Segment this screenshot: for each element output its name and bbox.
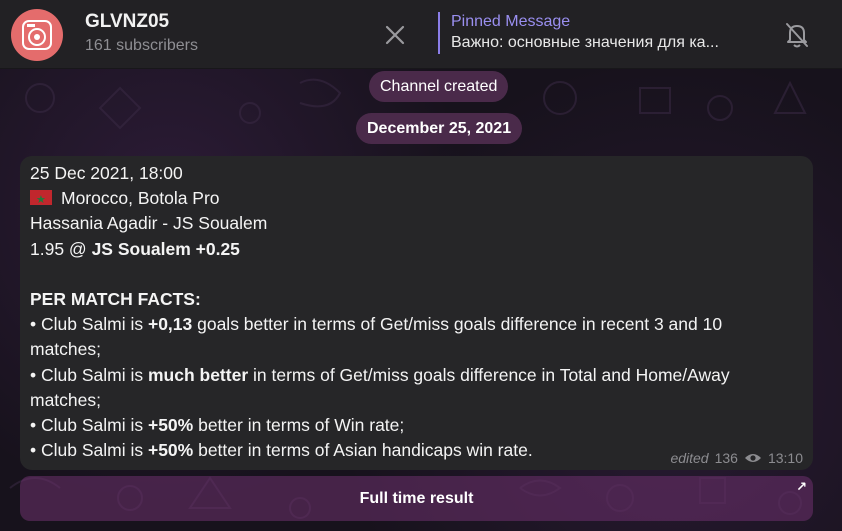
mute-button[interactable] — [783, 20, 811, 50]
fact-1-value: +0,13 — [147, 314, 193, 335]
fact-2-text: in terms of Get/miss goals difference in… — [248, 364, 730, 385]
eye-icon — [744, 454, 761, 462]
fact-3-text: better in terms of Win rate; — [193, 415, 405, 436]
message-time: 13:10 — [767, 450, 803, 466]
fact-3-value: +50% — [147, 415, 194, 436]
fact-1: • Club Salmi is +0,13 goals better in te… — [30, 312, 810, 337]
pinned-message-title: Pinned Message — [451, 13, 571, 30]
edited-label: edited — [670, 450, 709, 466]
message-bubble[interactable]: 25 Dec 2021, 18:00 Morocco, Botola Pro H… — [20, 156, 813, 470]
pinned-message-text: Важно: основные значения для ка... — [451, 34, 719, 51]
message-line-bet: 1.95 @ JS Soualem +0.25 — [30, 237, 810, 262]
fact-2-value: much better — [147, 364, 249, 385]
fact-1-prefix: • Club Salmi is — [30, 314, 148, 335]
bet-odds: 1.95 @ — [30, 238, 92, 259]
message-line-league: Morocco, Botola Pro — [30, 186, 810, 213]
bet-pick: JS Soualem +0.25 — [91, 238, 240, 259]
fact-4-value: +50% — [147, 440, 194, 461]
date-separator: December 25, 2021 — [356, 113, 523, 144]
league-text: Morocco, Botola Pro — [61, 188, 220, 209]
fact-4-text: better in terms of Asian handicaps win r… — [193, 440, 533, 461]
external-link-icon: ↗ — [796, 479, 807, 494]
full-time-result-button[interactable]: Full time result ↗ — [20, 476, 813, 521]
message-meta: edited 136 13:10 — [670, 450, 803, 466]
avatar-logo-icon — [22, 20, 52, 50]
channel-title[interactable]: GLVNZ05 — [85, 11, 169, 33]
fact-1-text: goals better in terms of Get/miss goals … — [192, 314, 723, 335]
pinned-message[interactable]: Pinned Message Важно: основные значения … — [438, 12, 771, 54]
inline-button-label: Full time result — [359, 489, 474, 507]
close-pinned-button[interactable] — [381, 21, 409, 49]
facts-title-text: PER MATCH FACTS: — [30, 289, 201, 310]
channel-avatar[interactable] — [11, 9, 63, 61]
fact-3: • Club Salmi is +50% better in terms of … — [30, 413, 810, 438]
fact-3-prefix: • Club Salmi is — [30, 415, 148, 436]
message-text: 25 Dec 2021, 18:00 Morocco, Botola Pro H… — [30, 161, 810, 463]
message-line-match: Hassania Agadir - JS Soualem — [30, 213, 268, 234]
subscriber-count: 161 subscribers — [85, 37, 198, 54]
chat-header: GLVNZ05 161 subscribers Pinned Message В… — [0, 0, 842, 69]
morocco-flag-icon — [30, 188, 52, 213]
message-line-datetime: 25 Dec 2021, 18:00 — [30, 163, 183, 183]
bell-off-icon — [786, 23, 808, 48]
view-count: 136 — [714, 450, 738, 466]
channel-created-notice: Channel created — [369, 71, 509, 102]
fact-4-prefix: • Club Salmi is — [30, 440, 148, 461]
fact-2-cont: matches; — [30, 389, 101, 410]
fact-2: • Club Salmi is much better in terms of … — [30, 363, 810, 388]
close-icon — [385, 25, 405, 45]
fact-2-prefix: • Club Salmi is — [30, 364, 148, 385]
fact-1-cont: matches; — [30, 339, 101, 360]
facts-title: PER MATCH FACTS: — [30, 287, 810, 312]
